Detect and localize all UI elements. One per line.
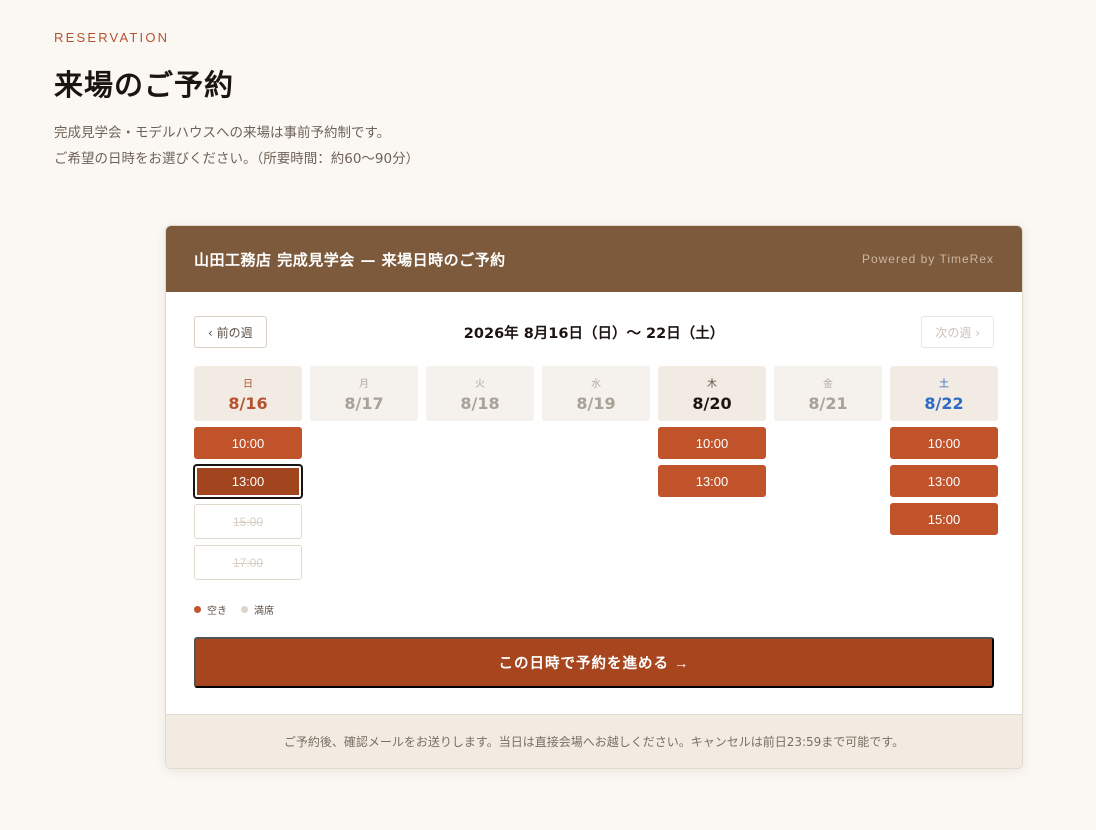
time-slot[interactable]: 13:00 xyxy=(658,465,766,497)
day-of-week: 月 xyxy=(359,378,369,390)
full-dot-icon xyxy=(241,606,248,613)
available-dot-icon xyxy=(194,606,201,613)
time-slot-full: 17:00 xyxy=(194,545,302,580)
day-date: 8/17 xyxy=(344,393,384,413)
legend: 空き 満席 xyxy=(194,602,274,617)
legend-full: 満席 xyxy=(241,602,274,617)
intro-text: 完成見学会・モデルハウスへの来場は事前予約制です。 ご希望の日時をお選びください… xyxy=(54,120,419,172)
day-column: 日 8/16 10:00 13:00 15:00 17:00 xyxy=(193,366,303,580)
footer-note: ご予約後、確認メールをお送りします。当日は直接会場へお越しください。キャンセルは… xyxy=(283,735,905,749)
day-column: 月 8/17 xyxy=(310,366,418,580)
time-slot[interactable]: 10:00 xyxy=(658,427,766,459)
time-slots: 10:00 13:00 15:00 xyxy=(890,427,998,535)
time-slots: 10:00 13:00 xyxy=(658,427,766,497)
time-slot[interactable]: 10:00 xyxy=(194,427,302,459)
day-of-week: 土 xyxy=(939,378,949,390)
widget-title: 山田工務店 完成見学会 — 来場日時のご予約 xyxy=(194,250,506,269)
day-column: 木 8/20 10:00 13:00 xyxy=(658,366,766,580)
day-of-week: 水 xyxy=(591,378,601,390)
day-column: 火 8/18 xyxy=(426,366,534,580)
proceed-reservation-button[interactable]: この日時で予約を進める → xyxy=(194,637,994,688)
day-column: 金 8/21 xyxy=(774,366,882,580)
day-header: 月 8/17 xyxy=(310,366,418,421)
day-header: 木 8/20 xyxy=(658,366,766,421)
day-header: 水 8/19 xyxy=(542,366,650,421)
eyebrow-label: RESERVATION xyxy=(54,30,170,45)
intro-line-1: 完成見学会・モデルハウスへの来場は事前予約制です。 xyxy=(54,125,391,141)
prev-week-button[interactable]: ‹ 前の週 xyxy=(194,316,267,348)
day-columns: 日 8/16 10:00 13:00 15:00 17:00 月 8/17 火 8/18 水 8/19… xyxy=(193,366,998,580)
day-header: 土 8/22 xyxy=(890,366,998,421)
time-slots: 10:00 13:00 15:00 17:00 xyxy=(193,427,303,580)
time-slot-full: 15:00 xyxy=(194,504,302,539)
day-header: 火 8/18 xyxy=(426,366,534,421)
day-column: 土 8/22 10:00 13:00 15:00 xyxy=(890,366,998,580)
day-column: 水 8/19 xyxy=(542,366,650,580)
booking-widget: 山田工務店 完成見学会 — 来場日時のご予約 Powered by TimeRe… xyxy=(165,225,1023,769)
widget-footer: ご予約後、確認メールをお送りします。当日は直接会場へお越しください。キャンセルは… xyxy=(166,714,1022,768)
day-date: 8/16 xyxy=(228,393,268,413)
day-date: 8/22 xyxy=(924,393,964,413)
legend-full-label: 満席 xyxy=(254,606,274,617)
intro-line-2: ご希望の日時をお選びください。（所要時間：約60〜90分） xyxy=(54,151,420,167)
time-slot[interactable]: 15:00 xyxy=(890,503,998,535)
legend-available-label: 空き xyxy=(207,606,227,617)
legend-available: 空き xyxy=(194,602,227,617)
time-slot[interactable]: 10:00 xyxy=(890,427,998,459)
day-of-week: 木 xyxy=(707,378,717,390)
day-date: 8/21 xyxy=(808,393,848,413)
widget-header: 山田工務店 完成見学会 — 来場日時のご予約 Powered by TimeRe… xyxy=(166,226,1022,292)
day-date: 8/19 xyxy=(576,393,616,413)
page-title: 来場のご予約 xyxy=(54,68,235,102)
next-week-button[interactable]: 次の週 › xyxy=(921,316,994,348)
day-header: 金 8/21 xyxy=(774,366,882,421)
day-of-week: 金 xyxy=(823,378,833,390)
time-slot[interactable]: 13:00 xyxy=(890,465,998,497)
time-slot-selected[interactable]: 13:00 xyxy=(193,464,303,499)
day-of-week: 火 xyxy=(475,378,485,390)
day-of-week: 日 xyxy=(243,378,253,390)
powered-by: Powered by TimeRex xyxy=(861,252,994,266)
week-navigation: ‹ 前の週 2026年 8月16日（日）〜 22日（土） 次の週 › xyxy=(194,316,994,348)
week-range: 2026年 8月16日（日）〜 22日（土） xyxy=(463,325,725,342)
day-date: 8/20 xyxy=(692,393,732,413)
day-header: 日 8/16 xyxy=(194,366,302,421)
day-date: 8/18 xyxy=(460,393,500,413)
